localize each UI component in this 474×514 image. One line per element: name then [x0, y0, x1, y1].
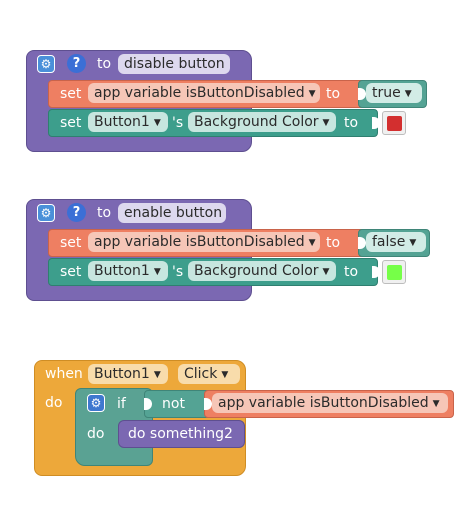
help-icon[interactable]: ? — [67, 54, 86, 73]
not-label: not — [162, 396, 185, 412]
color-swatch — [387, 116, 402, 131]
chevron-down-icon: ▼ — [322, 267, 330, 277]
to-label: to — [344, 264, 359, 280]
boolean-value: true — [372, 85, 401, 101]
property-name: Background Color — [194, 263, 319, 279]
variable-name: app variable isButtonDisabled — [94, 234, 305, 250]
help-icon[interactable]: ? — [67, 203, 86, 222]
variable-name: app variable isButtonDisabled — [94, 85, 305, 101]
property-name: Background Color — [194, 114, 319, 130]
color-block-red[interactable] — [382, 111, 406, 135]
component-dropdown[interactable]: Button1 ▼ — [88, 112, 168, 132]
component-dropdown[interactable]: Button1 ▼ — [88, 261, 168, 281]
property-dropdown[interactable]: Background Color ▼ — [188, 261, 336, 281]
possessive-label: 's — [172, 264, 184, 280]
chevron-down-icon: ▼ — [409, 238, 417, 248]
chevron-down-icon: ▼ — [221, 370, 229, 380]
chevron-down-icon: ▼ — [153, 370, 161, 380]
procedure-call-name: do something2 — [128, 426, 233, 442]
event-name-dropdown[interactable]: Click ▼ — [178, 364, 240, 384]
boolean-value: false — [372, 234, 406, 250]
component-name: Button1 — [94, 114, 150, 130]
when-label: when — [45, 366, 83, 382]
variable-name: app variable isButtonDisabled — [218, 395, 429, 411]
inner-do-label: do — [87, 426, 105, 442]
chevron-down-icon: ▼ — [404, 89, 412, 99]
boolean-dropdown[interactable]: false ▼ — [366, 232, 426, 252]
set-label: set — [60, 86, 82, 102]
do-label: do — [45, 395, 63, 411]
procedure-to-label: to — [97, 205, 112, 221]
procedure-name-field[interactable]: enable button — [118, 203, 226, 223]
variable-dropdown[interactable]: app variable isButtonDisabled ▼ — [88, 232, 320, 252]
chevron-down-icon: ▼ — [308, 89, 316, 99]
gear-icon[interactable]: ⚙ — [37, 204, 55, 222]
chevron-down-icon: ▼ — [322, 118, 330, 128]
chevron-down-icon: ▼ — [153, 118, 161, 128]
color-swatch — [387, 265, 402, 280]
possessive-label: 's — [172, 115, 184, 131]
chevron-down-icon: ▼ — [153, 267, 161, 277]
procedure-to-label: to — [97, 56, 112, 72]
chevron-down-icon: ▼ — [308, 238, 316, 248]
variable-dropdown[interactable]: app variable isButtonDisabled ▼ — [88, 83, 320, 103]
component-name: Button1 — [94, 263, 150, 279]
gear-icon[interactable]: ⚙ — [87, 394, 105, 412]
set-label: set — [60, 264, 82, 280]
boolean-dropdown[interactable]: true ▼ — [366, 83, 422, 103]
property-dropdown[interactable]: Background Color ▼ — [188, 112, 336, 132]
procedure-name-field[interactable]: disable button — [118, 54, 230, 74]
to-label: to — [326, 86, 341, 102]
variable-dropdown[interactable]: app variable isButtonDisabled ▼ — [212, 393, 448, 413]
event-component-dropdown[interactable]: Button1 ▼ — [88, 364, 168, 384]
puzzle-tab — [372, 266, 380, 278]
event-name: Click — [184, 366, 218, 382]
component-name: Button1 — [94, 366, 150, 382]
color-block-green[interactable] — [382, 260, 406, 284]
chevron-down-icon: ▼ — [432, 399, 440, 409]
to-label: to — [326, 235, 341, 251]
gear-icon[interactable]: ⚙ — [37, 55, 55, 73]
puzzle-tab — [372, 117, 380, 129]
set-label: set — [60, 115, 82, 131]
set-label: set — [60, 235, 82, 251]
if-label: if — [117, 396, 126, 412]
to-label: to — [344, 115, 359, 131]
